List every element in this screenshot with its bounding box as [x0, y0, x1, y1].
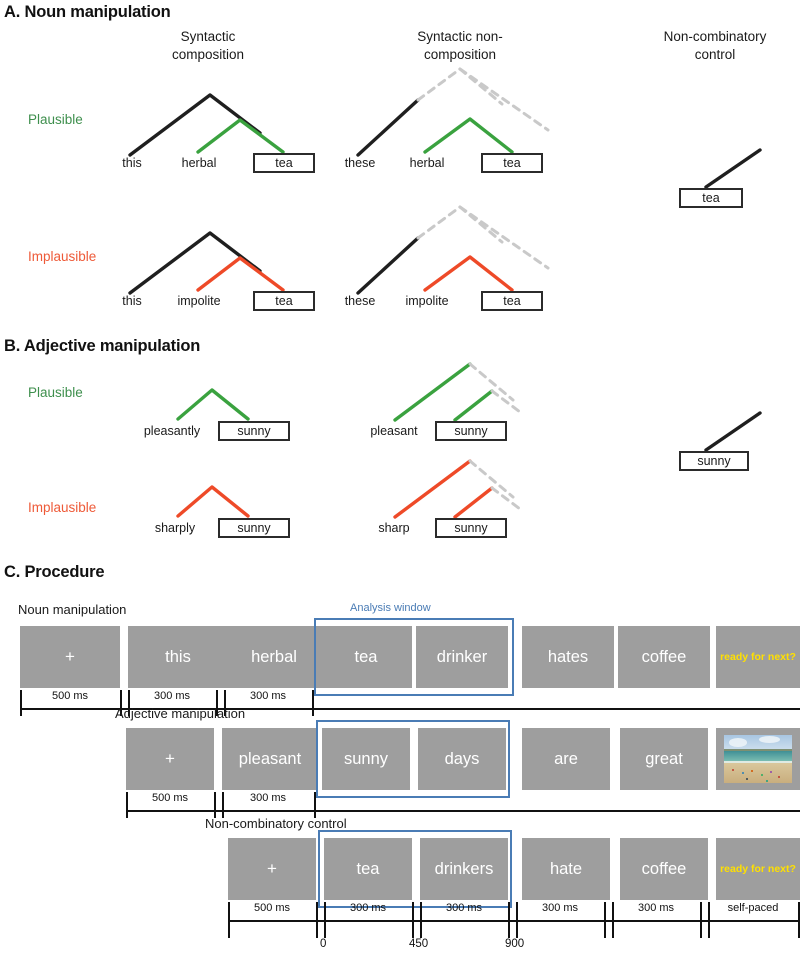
tree-leaf-word: this [122, 294, 142, 308]
timeline-duration: self-paced [727, 902, 779, 914]
stimulus-fixation: + [20, 626, 120, 688]
tree-leaf-word: these [344, 156, 376, 170]
tree-leaf-word: these [344, 294, 376, 308]
timeline-duration: 300 ms [249, 792, 287, 804]
timeline-axis-control [228, 920, 800, 922]
timeline-duration: 300 ms [153, 690, 191, 702]
tree-leaf-word: pleasant [370, 424, 418, 438]
condition-label-plausible-b: Plausible [28, 385, 83, 400]
tree-leaf-word: impolite [405, 294, 449, 308]
panel-c-title: C. Procedure [4, 563, 105, 581]
tree-leaf-word: impolite [177, 294, 221, 308]
tree-leaf-boxed-word: tea [481, 153, 543, 173]
condition-label-implausible-a: Implausible [28, 249, 97, 264]
condition-label-implausible-b: Implausible [28, 500, 97, 515]
tree-leaf-word: sharp [378, 521, 410, 535]
timeline-tick [312, 690, 314, 716]
panel-b-title: B. Adjective manipulation [4, 337, 201, 355]
timeline-axis-adjective [126, 810, 800, 812]
tree-leaf-boxed-word: tea [679, 188, 743, 208]
time-tick-label: 0 [320, 938, 327, 950]
analysis-window-box-control [318, 830, 512, 908]
tree-leaf-word: herbal [181, 156, 217, 170]
tree-leaf-word: pleasantly [143, 424, 201, 438]
timeline-tick [508, 902, 510, 938]
tree-leaf-boxed-word: sunny [435, 421, 507, 441]
stimulus-word: coffee [618, 626, 710, 688]
timeline-duration: 300 ms [637, 902, 675, 914]
stimulus-word: coffee [620, 838, 708, 900]
timeline-tick [604, 902, 606, 938]
tree-leaf-boxed-word: sunny [218, 518, 290, 538]
timeline-duration: 500 ms [151, 792, 189, 804]
procedure-row-label-adjective: Adjective manipulation [115, 706, 246, 721]
stimulus-word: this [128, 626, 228, 688]
stimulus-word: hates [522, 626, 614, 688]
timeline-tick [214, 792, 216, 818]
tree-leaf-boxed-word: sunny [218, 421, 290, 441]
timeline-duration: 500 ms [253, 902, 291, 914]
stimulus-word: pleasant [222, 728, 318, 790]
time-tick-label: 900 [505, 938, 525, 950]
timeline-tick [316, 902, 318, 938]
tree-leaf-boxed-word: sunny [435, 518, 507, 538]
tree-leaf-boxed-word: tea [481, 291, 543, 311]
stimulus-fixation: + [228, 838, 316, 900]
timeline-duration: 300 ms [445, 902, 483, 914]
time-tick-label: 450 [409, 938, 429, 950]
tree-leaf-boxed-word: tea [253, 153, 315, 173]
stimulus-ready-prompt: ready for next? [716, 838, 800, 900]
beach-photo-icon [724, 735, 792, 783]
stimulus-ready-prompt: ready for next? [716, 626, 800, 688]
stimulus-word: great [620, 728, 708, 790]
tree-leaf-boxed-word: sunny [679, 451, 749, 471]
tree-leaf-word: this [122, 156, 142, 170]
timeline-duration: 300 ms [349, 902, 387, 914]
timeline-duration: 300 ms [249, 690, 287, 702]
timeline-tick [798, 902, 800, 938]
analysis-window-box-noun [314, 618, 514, 696]
analysis-window-label: Analysis window [350, 602, 431, 614]
stimulus-word: are [522, 728, 610, 790]
tree-leaf-word: herbal [409, 156, 445, 170]
timeline-tick [700, 902, 702, 938]
stimulus-image [716, 728, 800, 790]
stimulus-word: herbal [224, 626, 324, 688]
tree-leaf-boxed-word: tea [253, 291, 315, 311]
tree-leaf-word: sharply [154, 521, 196, 535]
procedure-row-label-control: Non-combinatory control [205, 816, 347, 831]
stimulus-word: hate [522, 838, 610, 900]
timeline-duration: 300 ms [541, 902, 579, 914]
analysis-window-box-adjective [316, 720, 510, 798]
procedure-row-label-noun: Noun manipulation [18, 602, 127, 617]
stimulus-fixation: + [126, 728, 214, 790]
timeline-tick [314, 792, 316, 818]
timeline-duration: 500 ms [51, 690, 89, 702]
timeline-tick [412, 902, 414, 938]
